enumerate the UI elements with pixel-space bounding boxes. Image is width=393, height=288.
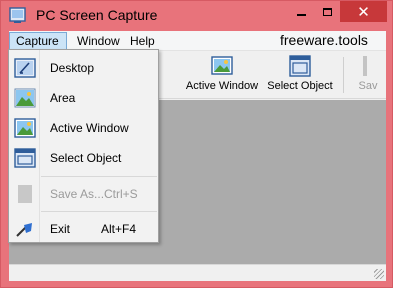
capture-dropdown-menu: Desktop Area Active Window Select Object [8, 49, 159, 243]
menu-item-save-as-shortcut: Ctrl+S [104, 187, 138, 201]
toolbar-active-window-label: Active Window [185, 80, 259, 92]
app-icon [9, 7, 26, 23]
window-title: PC Screen Capture [36, 7, 158, 23]
menu-item-exit[interactable]: Exit Alt+F4 [9, 214, 158, 244]
menu-item-exit-shortcut: Alt+F4 [101, 222, 137, 236]
minimize-icon [296, 13, 306, 16]
toolbar-select-object-label: Select Object [267, 80, 333, 92]
menu-help[interactable]: Help [124, 32, 161, 50]
maximize-button[interactable] [314, 1, 340, 22]
site-link[interactable]: freeware.tools [280, 32, 368, 48]
menu-item-exit-label: Exit [50, 222, 71, 236]
menu-item-select-object-label: Select Object [50, 151, 122, 165]
toolbar-save-button[interactable]: Sav [357, 55, 379, 92]
menu-bar: Capture Window Help freeware.tools [9, 31, 386, 51]
menu-item-save-as-label: Save As... [50, 187, 105, 201]
minimize-button[interactable] [288, 1, 314, 22]
desktop-icon [14, 58, 36, 78]
toolbar-save-label: Sav [358, 80, 378, 92]
active-window-icon [211, 56, 233, 75]
save-icon [18, 185, 32, 203]
menu-item-desktop-label: Desktop [50, 61, 95, 75]
menu-item-active-window-label: Active Window [50, 121, 129, 135]
exit-icon [16, 223, 32, 237]
active-window-icon [14, 118, 36, 138]
toolbar-separator [343, 57, 344, 93]
select-object-icon [14, 148, 36, 168]
toolbar-select-object-button[interactable]: Select Object [267, 55, 333, 92]
menu-item-area[interactable]: Area [9, 83, 158, 113]
menu-item-save-as[interactable]: Save As... Ctrl+S [9, 179, 158, 209]
status-bar [9, 264, 386, 281]
menu-window[interactable]: Window [71, 32, 126, 50]
toolbar-active-window-button[interactable]: Active Window [185, 55, 259, 92]
close-button[interactable]: ✕ [340, 1, 387, 22]
menu-item-area-label: Area [50, 91, 76, 105]
resize-grip-icon[interactable] [374, 269, 384, 279]
title-bar[interactable]: PC Screen Capture ✕ [1, 1, 392, 31]
select-object-icon [289, 55, 311, 77]
area-icon [14, 88, 36, 108]
menu-item-select-object[interactable]: Select Object [9, 143, 158, 173]
menu-separator [41, 176, 157, 177]
menu-capture[interactable]: Capture [9, 32, 67, 50]
menu-item-active-window[interactable]: Active Window [9, 113, 158, 143]
save-icon [363, 56, 367, 76]
menu-item-desktop[interactable]: Desktop [9, 53, 158, 83]
menu-separator [41, 211, 157, 212]
maximize-icon [322, 7, 332, 16]
close-icon: ✕ [357, 3, 370, 21]
